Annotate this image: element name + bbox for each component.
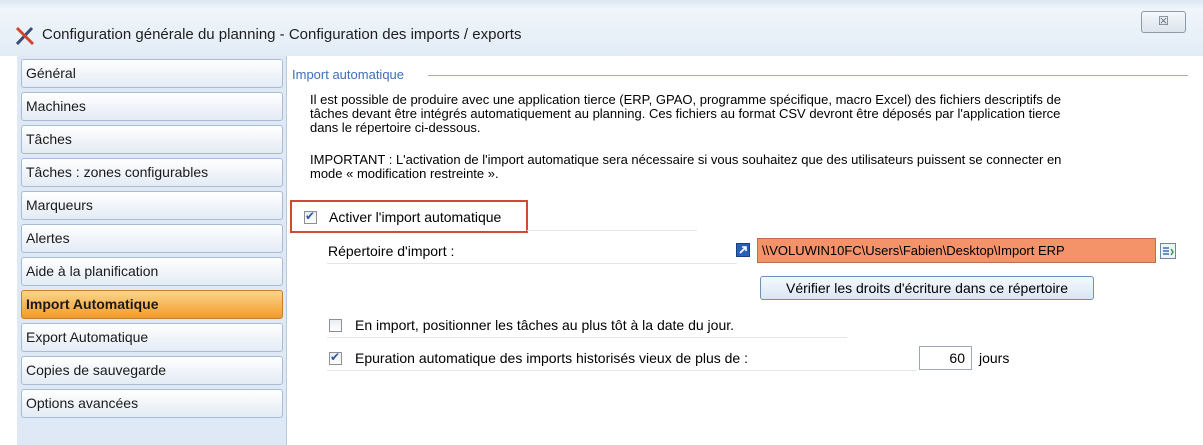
sidebar-item-machines[interactable]: Machines <box>21 92 283 121</box>
title-bar: Configuration générale du planning - Con… <box>0 0 1203 56</box>
sidebar-item-export-automatique[interactable]: Export Automatique <box>21 323 283 352</box>
app-tools-icon <box>15 26 35 46</box>
sidebar-item-options-avancees[interactable]: Options avancées <box>21 389 283 418</box>
description-line-2: tâches devant être intégrés automatiquem… <box>310 106 1061 121</box>
sidebar-item-aide-planification[interactable]: Aide à la planification <box>21 257 283 286</box>
important-line-2: mode « modification restreinte ». <box>310 166 499 181</box>
row-separator <box>527 230 697 231</box>
sidebar-item-alertes[interactable]: Alertes <box>21 224 283 253</box>
close-button[interactable]: ☒ <box>1141 11 1186 33</box>
important-line-1: IMPORTANT : L'activation de l'import aut… <box>310 152 1062 167</box>
directory-label: Répertoire d'import : <box>328 243 455 259</box>
description-line-1: Il est possible de produire avec une app… <box>310 92 1061 107</box>
close-icon: ☒ <box>1158 14 1169 28</box>
position-tasks-label: En import, positionner les tâches au plu… <box>355 317 735 333</box>
browse-directory-icon[interactable] <box>1160 243 1176 259</box>
purge-days-input[interactable]: 60 <box>919 346 972 370</box>
import-panel: Import automatique Il est possible de pr… <box>287 56 1203 445</box>
sidebar-item-marqueurs[interactable]: Marqueurs <box>21 191 283 220</box>
purge-imports-checkbox[interactable] <box>329 350 342 365</box>
verify-permissions-button[interactable]: Vérifier les droits d'écriture dans ce r… <box>760 276 1094 300</box>
position-tasks-checkbox[interactable] <box>329 319 342 332</box>
sidebar-item-zones-configurables[interactable]: Tâches : zones configurables <box>21 158 283 187</box>
enable-import-label: Activer l'import automatique <box>329 209 502 225</box>
sidebar-item-taches[interactable]: Tâches <box>21 125 283 154</box>
sidebar-item-copies-sauvegarde[interactable]: Copies de sauvegarde <box>21 356 283 385</box>
window-title: Configuration générale du planning - Con… <box>42 26 522 43</box>
open-folder-icon[interactable] <box>736 243 750 257</box>
section-divider <box>428 75 1188 76</box>
sidebar-item-general[interactable]: Général <box>21 59 283 88</box>
sidebar-item-import-automatique[interactable]: Import Automatique <box>21 290 283 319</box>
purge-imports-label: Epuration automatique des imports histor… <box>355 350 748 366</box>
section-title: Import automatique <box>292 67 405 82</box>
purge-days-unit: jours <box>979 350 1010 366</box>
row-separator <box>327 370 917 371</box>
title-bar-top <box>0 0 1203 8</box>
row-separator <box>327 337 847 338</box>
description-line-3: dans le répertoire ci-dessous. <box>310 120 481 135</box>
row-separator <box>327 263 737 264</box>
import-directory-field[interactable]: \\VOLUWIN10FC\Users\Fabien\Desktop\Impor… <box>757 238 1156 263</box>
sidebar: Général Machines Tâches Tâches : zones c… <box>17 56 287 445</box>
enable-import-checkbox[interactable] <box>304 209 317 224</box>
